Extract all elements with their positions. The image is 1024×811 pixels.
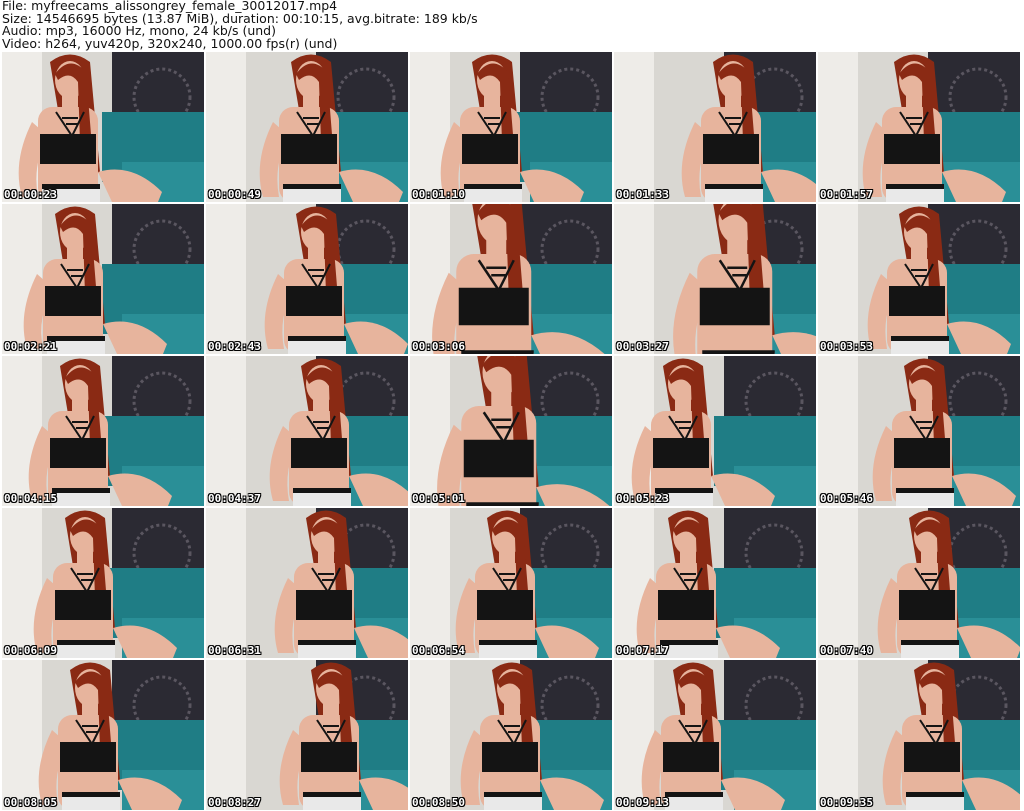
frame-timestamp: 00:08:50 [412,796,465,809]
frame-timestamp: 00:07:40 [820,644,873,657]
frame-image [614,356,816,506]
frame-image [410,508,612,658]
frame-image [2,508,204,658]
video-frame-thumbnail[interactable]: 00:08:05 [2,660,204,810]
frame-image [818,204,1020,354]
frame-timestamp: 00:04:15 [4,492,57,505]
frame-image [614,508,816,658]
video-frame-thumbnail[interactable]: 00:01:33 [614,52,816,202]
frame-timestamp: 00:09:35 [820,796,873,809]
video-frame-thumbnail[interactable]: 00:03:06 [410,204,612,354]
frame-timestamp: 00:01:57 [820,188,873,201]
video-frame-thumbnail[interactable]: 00:07:40 [818,508,1020,658]
video-frame-thumbnail[interactable]: 00:01:10 [410,52,612,202]
frame-image [206,508,408,658]
frame-timestamp: 00:00:23 [4,188,57,201]
frame-image [818,508,1020,658]
frame-image [2,52,204,202]
frame-timestamp: 00:06:54 [412,644,465,657]
video-frame-thumbnail[interactable]: 00:04:37 [206,356,408,506]
video-frame-thumbnail[interactable]: 00:06:09 [2,508,204,658]
frame-image [206,52,408,202]
frame-timestamp: 00:04:37 [208,492,261,505]
frame-image [206,204,408,354]
video-frame-thumbnail[interactable]: 00:05:23 [614,356,816,506]
frame-image [410,52,612,202]
frame-timestamp: 00:03:06 [412,340,465,353]
video-info-line: Video: h264, yuv420p, 320x240, 1000.00 f… [2,35,338,51]
frame-timestamp: 00:05:46 [820,492,873,505]
video-frame-thumbnail[interactable]: 00:08:50 [410,660,612,810]
frame-timestamp: 00:05:23 [616,492,669,505]
video-frame-thumbnail[interactable]: 00:02:43 [206,204,408,354]
frame-image [410,660,612,810]
frame-image [818,356,1020,506]
frame-timestamp: 00:03:53 [820,340,873,353]
frame-image [410,204,612,354]
frame-timestamp: 00:00:49 [208,188,261,201]
frame-image [2,660,204,810]
frame-timestamp: 00:06:09 [4,644,57,657]
video-frame-thumbnail[interactable]: 00:05:01 [410,356,612,506]
video-frame-thumbnail[interactable]: 00:04:15 [2,356,204,506]
video-frame-thumbnail[interactable]: 00:05:46 [818,356,1020,506]
frame-timestamp: 00:02:43 [208,340,261,353]
frame-image [818,660,1020,810]
video-frame-thumbnail[interactable]: 00:03:27 [614,204,816,354]
file-info-header: File: myfreecams_alissongrey_female_3001… [2,0,478,50]
frame-timestamp: 00:02:21 [4,340,57,353]
frame-timestamp: 00:01:10 [412,188,465,201]
video-frame-thumbnail[interactable]: 00:02:21 [2,204,204,354]
video-frame-thumbnail[interactable]: 00:01:57 [818,52,1020,202]
frame-timestamp: 00:08:27 [208,796,261,809]
video-frame-thumbnail[interactable]: 00:00:49 [206,52,408,202]
video-frame-thumbnail[interactable]: 00:09:13 [614,660,816,810]
frame-image [614,660,816,810]
video-frame-thumbnail[interactable]: 00:00:23 [2,52,204,202]
frame-image [614,52,816,202]
video-frame-thumbnail[interactable]: 00:03:53 [818,204,1020,354]
frame-timestamp: 00:07:17 [616,644,669,657]
thumbnail-grid: 00:00:23 00:00:49 00:01:10 00:01:33 00:01:57… [2,52,1020,810]
video-frame-thumbnail[interactable]: 00:06:54 [410,508,612,658]
frame-image [410,356,612,506]
frame-timestamp: 00:05:01 [412,492,465,505]
video-frame-thumbnail[interactable]: 00:06:31 [206,508,408,658]
frame-image [206,660,408,810]
video-frame-thumbnail[interactable]: 00:07:17 [614,508,816,658]
frame-timestamp: 00:06:31 [208,644,261,657]
frame-image [2,356,204,506]
frame-image [206,356,408,506]
video-frame-thumbnail[interactable]: 00:08:27 [206,660,408,810]
video-frame-thumbnail[interactable]: 00:09:35 [818,660,1020,810]
frame-timestamp: 00:09:13 [616,796,669,809]
frame-timestamp: 00:01:33 [616,188,669,201]
frame-timestamp: 00:08:05 [4,796,57,809]
frame-image [2,204,204,354]
frame-timestamp: 00:03:27 [616,340,669,353]
frame-image [614,204,816,354]
frame-image [818,52,1020,202]
